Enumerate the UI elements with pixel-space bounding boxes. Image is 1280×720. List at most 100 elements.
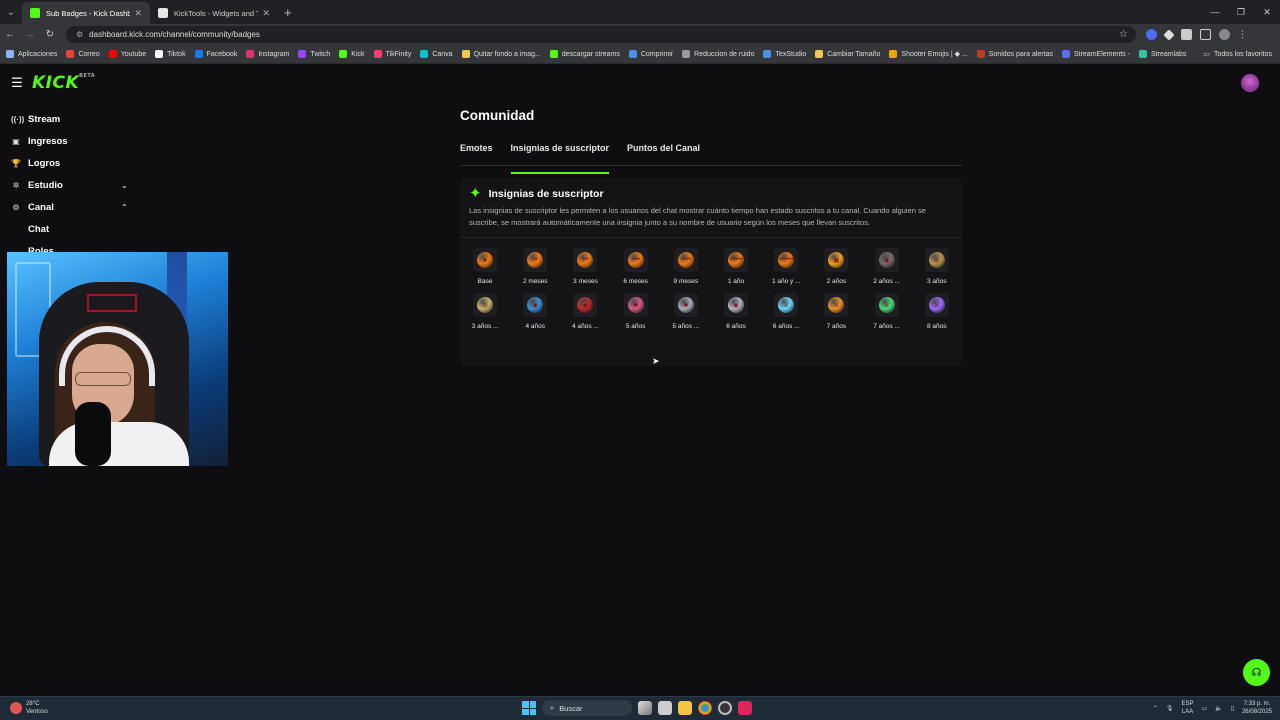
weather-desc: Ventoso <box>26 709 48 715</box>
badge-item[interactable]: ◉ 4 años <box>510 293 560 330</box>
badge-item[interactable]: ⚔ 6 años ... <box>761 293 811 330</box>
chrome-icon[interactable] <box>698 701 712 715</box>
language-indicator[interactable]: ESP LAA <box>1181 700 1193 716</box>
sidebar-item-ingresos[interactable]: ▣ Ingresos <box>0 130 140 152</box>
bookmark-item[interactable]: Correo <box>66 50 100 58</box>
badge-item[interactable]: ••••••• 1 año y ... <box>761 248 811 285</box>
badge-item[interactable]: ••••• 9 meses <box>661 248 711 285</box>
webcam-chair-logo <box>87 294 137 312</box>
badge-item[interactable]: ◉ 2 años ... <box>862 248 912 285</box>
badge-item[interactable]: •••••• 1 año <box>711 248 761 285</box>
clock[interactable]: 7:33 p. m. 26/08/2025 <box>1242 700 1272 716</box>
sidebar-item-logros[interactable]: 🏆 Logros <box>0 152 140 174</box>
clapper-app-icon[interactable] <box>638 701 652 715</box>
tab-channel-points[interactable]: Puntos del Canal <box>627 143 700 165</box>
chevron-down-icon[interactable]: ⌄ <box>121 181 128 190</box>
volume-icon[interactable]: 🔈 <box>1215 705 1222 712</box>
taskbar-search[interactable]: ⌕ Buscar <box>542 700 632 716</box>
bookmark-item[interactable]: Aplicaciones <box>6 50 57 58</box>
tab-emotes[interactable]: Emotes <box>460 143 493 165</box>
badge-item[interactable]: ⚔ 7 años ... <box>862 293 912 330</box>
badge-item[interactable]: •• 2 meses <box>510 248 560 285</box>
bookmark-item[interactable]: Twitch <box>298 50 330 58</box>
network-icon[interactable]: ▭ <box>1202 705 1208 712</box>
extension-icon[interactable] <box>1163 28 1175 41</box>
microphone-icon[interactable]: 🎙 <box>1166 705 1174 712</box>
bookmark-item[interactable]: Youtube <box>108 50 146 58</box>
tray-chevron-icon[interactable]: ⌃ <box>1153 705 1158 712</box>
browser-tab[interactable]: KickTools - Widgets and Tools f ✕ <box>150 2 278 24</box>
badge-item[interactable]: ◎ 3 años ... <box>460 293 510 330</box>
bookmark-item[interactable]: descargar streams <box>549 50 620 58</box>
extensions-puzzle-icon[interactable] <box>1200 29 1211 40</box>
maximize-icon[interactable]: ❐ <box>1228 0 1254 24</box>
badge-item[interactable]: ◆ 4 años ... <box>560 293 610 330</box>
reload-icon[interactable]: ↻ <box>40 29 60 40</box>
bookmark-item[interactable]: Canva <box>420 50 453 58</box>
obs-icon[interactable] <box>718 701 732 715</box>
hamburger-menu-icon[interactable]: ☰ <box>2 75 32 91</box>
site-info-icon[interactable]: ⚙ <box>76 30 83 39</box>
bookmark-item[interactable]: Quitar fondo a imag... <box>461 50 541 58</box>
tiktok-live-icon[interactable] <box>738 701 752 715</box>
badge-label: 6 años ... <box>772 323 800 330</box>
chevron-up-icon[interactable]: ⌃ <box>121 203 128 212</box>
minimize-icon[interactable]: — <box>1202 0 1228 24</box>
bookmark-item[interactable]: Shooter Emojis | ◆ ... <box>889 50 968 58</box>
bookmark-item[interactable]: Cambiar Tamaño <box>815 50 880 58</box>
bookmark-item[interactable]: Reduccion de ruido <box>682 50 754 58</box>
badge-label: 5 años <box>625 323 646 330</box>
tab-sub-badges[interactable]: Insignias de suscriptor <box>510 143 609 174</box>
new-tab-plus-icon[interactable]: + <box>284 5 292 20</box>
forward-arrow-icon[interactable]: → <box>20 29 40 40</box>
sidebar-item-stream[interactable]: ((·)) Stream <box>0 108 140 130</box>
kick-logo[interactable]: KICKBETA <box>32 73 95 93</box>
extension-icon[interactable] <box>1146 29 1157 40</box>
tab-close-icon[interactable]: ✕ <box>262 8 270 19</box>
user-avatar[interactable] <box>1241 74 1259 92</box>
bookmark-item[interactable]: Sonidos para alertas <box>976 50 1053 58</box>
badge-item[interactable]: •••• 6 meses <box>611 248 661 285</box>
bookmark-item[interactable]: Instagram <box>246 50 289 58</box>
bookmark-item[interactable]: TikFinity <box>373 50 411 58</box>
badge-item[interactable]: ⚔ 8 años <box>912 293 962 330</box>
more-menu-icon[interactable]: ⋮ <box>1238 29 1247 40</box>
badge-item[interactable]: ✺ 5 años ... <box>661 293 711 330</box>
tab-search-chevron-icon[interactable]: ⌄ <box>0 0 22 24</box>
bookmark-star-icon[interactable]: ☆ <box>1119 29 1128 40</box>
bookmark-item[interactable]: Facebook <box>194 50 237 58</box>
profile-icon[interactable] <box>1219 29 1230 40</box>
tab-close-icon[interactable]: ✕ <box>134 8 142 19</box>
file-explorer-icon[interactable] <box>678 701 692 715</box>
battery-icon[interactable]: ▯ <box>1231 705 1234 712</box>
bookmark-item[interactable]: Kick <box>339 50 365 58</box>
task-view-icon[interactable] <box>658 701 672 715</box>
url-field[interactable]: ⚙ dashboard.kick.com/channel/community/b… <box>66 26 1136 43</box>
windows-start-icon[interactable] <box>522 701 536 715</box>
browser-tab-active[interactable]: Sub Badges - Kick Dashboard ✕ <box>22 2 150 24</box>
badge-label: 3 años ... <box>471 323 499 330</box>
badge-item[interactable]: ★ Base <box>460 248 510 285</box>
bookmark-item[interactable]: TexStudio <box>763 50 806 58</box>
sidebar-item-canal[interactable]: ⚙ Canal ⌃ <box>0 196 140 218</box>
all-bookmarks-button[interactable]: ▭ Todos los favoritos <box>1203 50 1272 59</box>
weather-widget[interactable]: 28°C Ventoso <box>10 700 48 716</box>
badge-item[interactable]: ▦ 2 años <box>811 248 861 285</box>
badge-item[interactable]: ◉ 6 años <box>711 293 761 330</box>
sidebar-item-estudio[interactable]: ✲ Estudio ⌄ <box>0 174 140 196</box>
help-chat-button[interactable]: ☊ <box>1243 659 1270 686</box>
badge-item[interactable]: ••• 3 meses <box>560 248 610 285</box>
bookmark-item[interactable]: Streamlabs <box>1139 50 1186 58</box>
badge-item[interactable]: ◎ 3 años <box>912 248 962 285</box>
extension-icon[interactable] <box>1181 29 1192 40</box>
badge-item[interactable]: ✺ 5 años <box>611 293 661 330</box>
bookmark-item[interactable]: StreamElements - <box>1061 50 1130 58</box>
badge-image-frame: •• <box>523 248 548 272</box>
back-arrow-icon[interactable]: ← <box>0 29 20 40</box>
bookmark-item[interactable]: Comprimir <box>628 50 673 58</box>
badge-item[interactable]: ⚔ 7 años <box>811 293 861 330</box>
close-window-icon[interactable]: ✕ <box>1254 0 1280 24</box>
sidebar-subitem-chat[interactable]: Chat <box>0 218 140 240</box>
badge-icon: ••• <box>577 252 594 268</box>
bookmark-item[interactable]: Tiktok <box>155 50 186 58</box>
